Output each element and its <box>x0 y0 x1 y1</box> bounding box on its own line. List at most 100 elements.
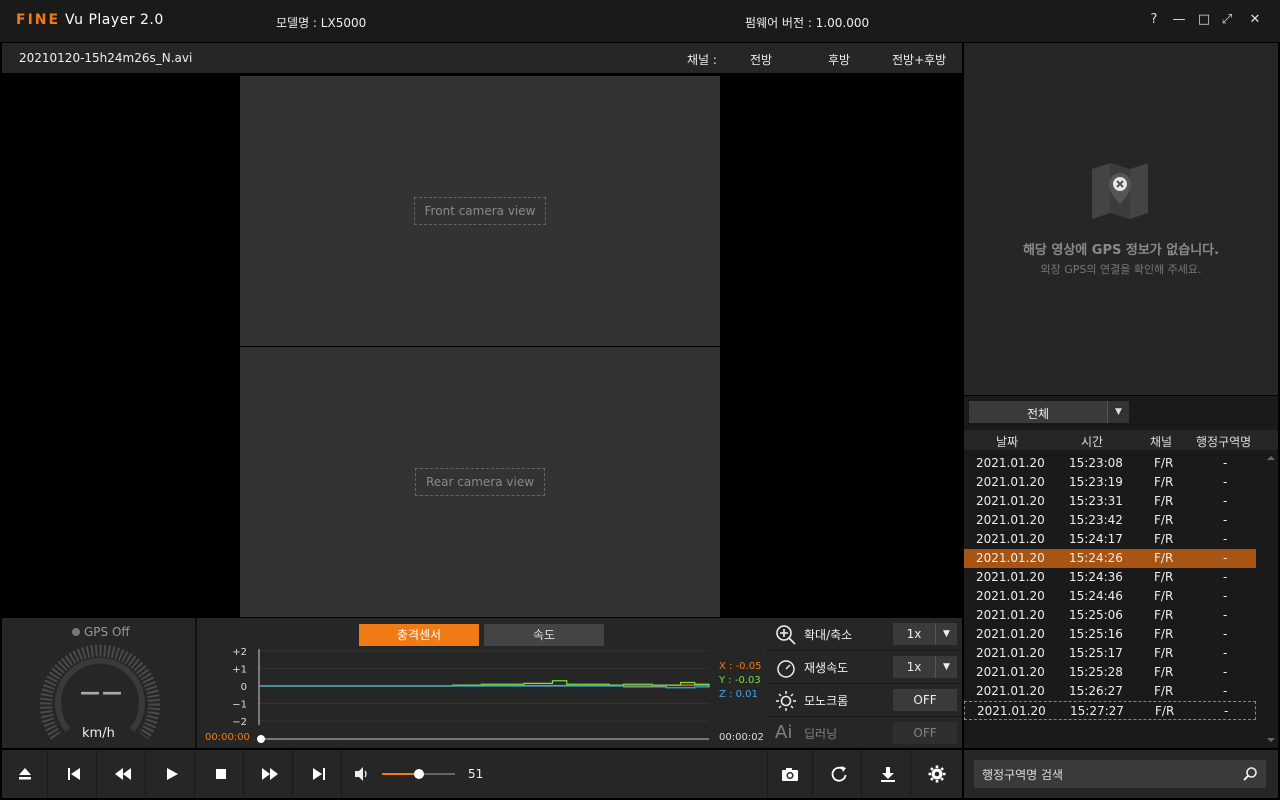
event-row[interactable]: 2021.01.20 15:24:46 F/R - <box>964 587 1256 606</box>
event-row[interactable]: 2021.01.20 15:24:17 F/R - <box>964 530 1256 549</box>
stop-button[interactable] <box>198 750 244 798</box>
rotate-button[interactable] <box>816 750 862 798</box>
rear-camera-placeholder: Rear camera view <box>240 347 720 617</box>
file-name: 20210120-15h24m26s_N.avi <box>19 51 193 65</box>
volume-slider-knob[interactable] <box>414 769 425 779</box>
chevron-down-icon[interactable]: ▼ <box>935 656 957 678</box>
event-row[interactable]: 2021.01.20 15:25:06 F/R - <box>964 606 1256 625</box>
z-axis-readout: Z : 0.01 <box>719 689 758 700</box>
snapshot-button[interactable] <box>767 750 813 798</box>
list-scrollbar[interactable] <box>1266 454 1276 744</box>
rotate-icon <box>831 766 846 782</box>
deep-learning-label: 딥러닝 <box>804 727 838 741</box>
event-channel: F/R <box>1154 475 1174 489</box>
front-camera-view[interactable]: Front camera view <box>240 76 720 346</box>
tab-speed[interactable]: 속도 <box>484 624 604 646</box>
volume-icon[interactable] <box>354 766 370 782</box>
col-date-header: 날짜 <box>996 435 1019 449</box>
fast-forward-button[interactable] <box>247 750 293 798</box>
info-panel: GPS Off —— km/h 충격센서 속도 +2 +1 0 −1 −2 X : -0… <box>2 618 962 748</box>
map-no-gps-icon <box>1092 163 1148 219</box>
event-region: - <box>1223 646 1228 660</box>
zoom-dropdown[interactable]: 1x ▼ <box>893 623 957 645</box>
playback-speed-dropdown[interactable]: 1x ▼ <box>893 656 957 678</box>
region-search-input[interactable]: 행정구역명 검색 <box>974 760 1266 788</box>
event-row[interactable]: 2021.01.20 15:25:16 F/R - <box>964 625 1256 644</box>
search-icon[interactable] <box>1242 766 1258 782</box>
monochrome-toggle[interactable]: OFF <box>893 689 957 711</box>
event-time: 15:23:19 <box>1069 475 1123 489</box>
event-channel: F/R <box>1154 627 1174 641</box>
event-filter-value: 전체 <box>1026 407 1050 421</box>
event-region: - <box>1223 551 1228 565</box>
event-channel: F/R <box>1154 589 1174 603</box>
event-row[interactable]: 2021.01.20 15:24:36 F/R - <box>964 568 1256 587</box>
event-channel: F/R <box>1154 684 1174 698</box>
channel-both-button[interactable]: 전방+후방 <box>892 51 946 68</box>
help-button[interactable]: ? <box>1144 10 1164 30</box>
deep-learning-toggle[interactable]: OFF <box>893 722 957 744</box>
event-date: 2021.01.20 <box>976 570 1045 584</box>
channel-front-button[interactable]: 전방 <box>750 51 772 68</box>
play-button[interactable] <box>149 750 195 798</box>
event-channel: F/R <box>1154 532 1174 546</box>
event-region: - <box>1223 494 1228 508</box>
eject-button[interactable] <box>2 750 48 798</box>
event-date: 2021.01.20 <box>976 551 1045 565</box>
event-time: 15:23:08 <box>1069 456 1123 470</box>
event-row[interactable]: 2021.01.20 15:23:08 F/R - <box>964 454 1256 473</box>
y-tick-label: +1 <box>232 665 247 676</box>
event-row[interactable]: 2021.01.20 15:26:27 F/R - <box>964 682 1256 701</box>
skip-previous-icon <box>67 768 80 780</box>
chevron-down-icon[interactable]: ▼ <box>935 623 957 645</box>
speed-value: —— <box>80 680 124 704</box>
region-search-bar: 행정구역명 검색 <box>964 750 1278 798</box>
event-filter-dropdown[interactable]: 전체 ▼ <box>969 401 1129 423</box>
next-button[interactable] <box>296 750 342 798</box>
event-date: 2021.01.20 <box>976 589 1045 603</box>
event-channel: F/R <box>1154 646 1174 660</box>
volume-slider[interactable] <box>382 769 455 779</box>
timeline-knob[interactable] <box>257 735 265 743</box>
previous-button[interactable] <box>51 750 97 798</box>
gps-status-dot-icon <box>72 628 80 636</box>
event-row[interactable]: 2021.01.20 15:23:19 F/R - <box>964 473 1256 492</box>
event-row[interactable]: 2021.01.20 15:27:27 F/R - <box>964 701 1256 720</box>
chevron-down-icon[interactable]: ▼ <box>1107 401 1129 423</box>
event-row[interactable]: 2021.01.20 15:23:42 F/R - <box>964 511 1256 530</box>
y-tick-label: −2 <box>232 717 247 728</box>
settings-button[interactable] <box>914 750 960 798</box>
rear-camera-caption: Rear camera view <box>414 468 546 496</box>
rewind-button[interactable] <box>100 750 146 798</box>
fullscreen-button[interactable]: ⤢ <box>1217 10 1237 30</box>
event-time: 15:24:36 <box>1069 570 1123 584</box>
event-date: 2021.01.20 <box>976 475 1045 489</box>
event-row[interactable]: 2021.01.20 15:25:28 F/R - <box>964 663 1256 682</box>
timeline-slider[interactable] <box>257 734 711 744</box>
download-button[interactable] <box>865 750 911 798</box>
rear-camera-view[interactable]: Rear camera view <box>240 347 720 617</box>
event-date: 2021.01.20 <box>976 627 1045 641</box>
play-icon <box>166 768 178 780</box>
camera-icon <box>782 767 798 781</box>
video-area[interactable]: Front camera view Rear camera view <box>2 73 962 617</box>
event-row[interactable]: 2021.01.20 15:23:31 F/R - <box>964 492 1256 511</box>
event-list-panel: 전체 ▼ 날짜 시간 채널 행정구역명 2021.01.20 15:23:08 F/… <box>964 396 1278 748</box>
event-date: 2021.01.20 <box>976 456 1045 470</box>
channel-rear-button[interactable]: 후방 <box>828 51 850 68</box>
monochrome-setting: 모노크롬 OFF <box>767 684 962 717</box>
download-icon <box>880 767 895 782</box>
tab-impact-sensor[interactable]: 충격센서 <box>359 624 479 646</box>
event-row[interactable]: 2021.01.20 15:24:26 F/R - <box>964 549 1256 568</box>
event-row[interactable]: 2021.01.20 15:25:17 F/R - <box>964 644 1256 663</box>
event-time: 15:24:17 <box>1069 532 1123 546</box>
event-date: 2021.01.20 <box>976 494 1045 508</box>
event-time: 15:24:46 <box>1069 589 1123 603</box>
maximize-button[interactable]: □ <box>1194 10 1214 30</box>
rewind-icon <box>114 768 131 780</box>
logo-player-version: Player 2.0 <box>88 12 164 28</box>
minimize-button[interactable]: — <box>1169 10 1189 30</box>
event-channel: F/R <box>1154 608 1174 622</box>
firmware-version: 펌웨어 버전 : 1.00.000 <box>745 16 870 30</box>
close-button[interactable]: ✕ <box>1245 10 1265 30</box>
